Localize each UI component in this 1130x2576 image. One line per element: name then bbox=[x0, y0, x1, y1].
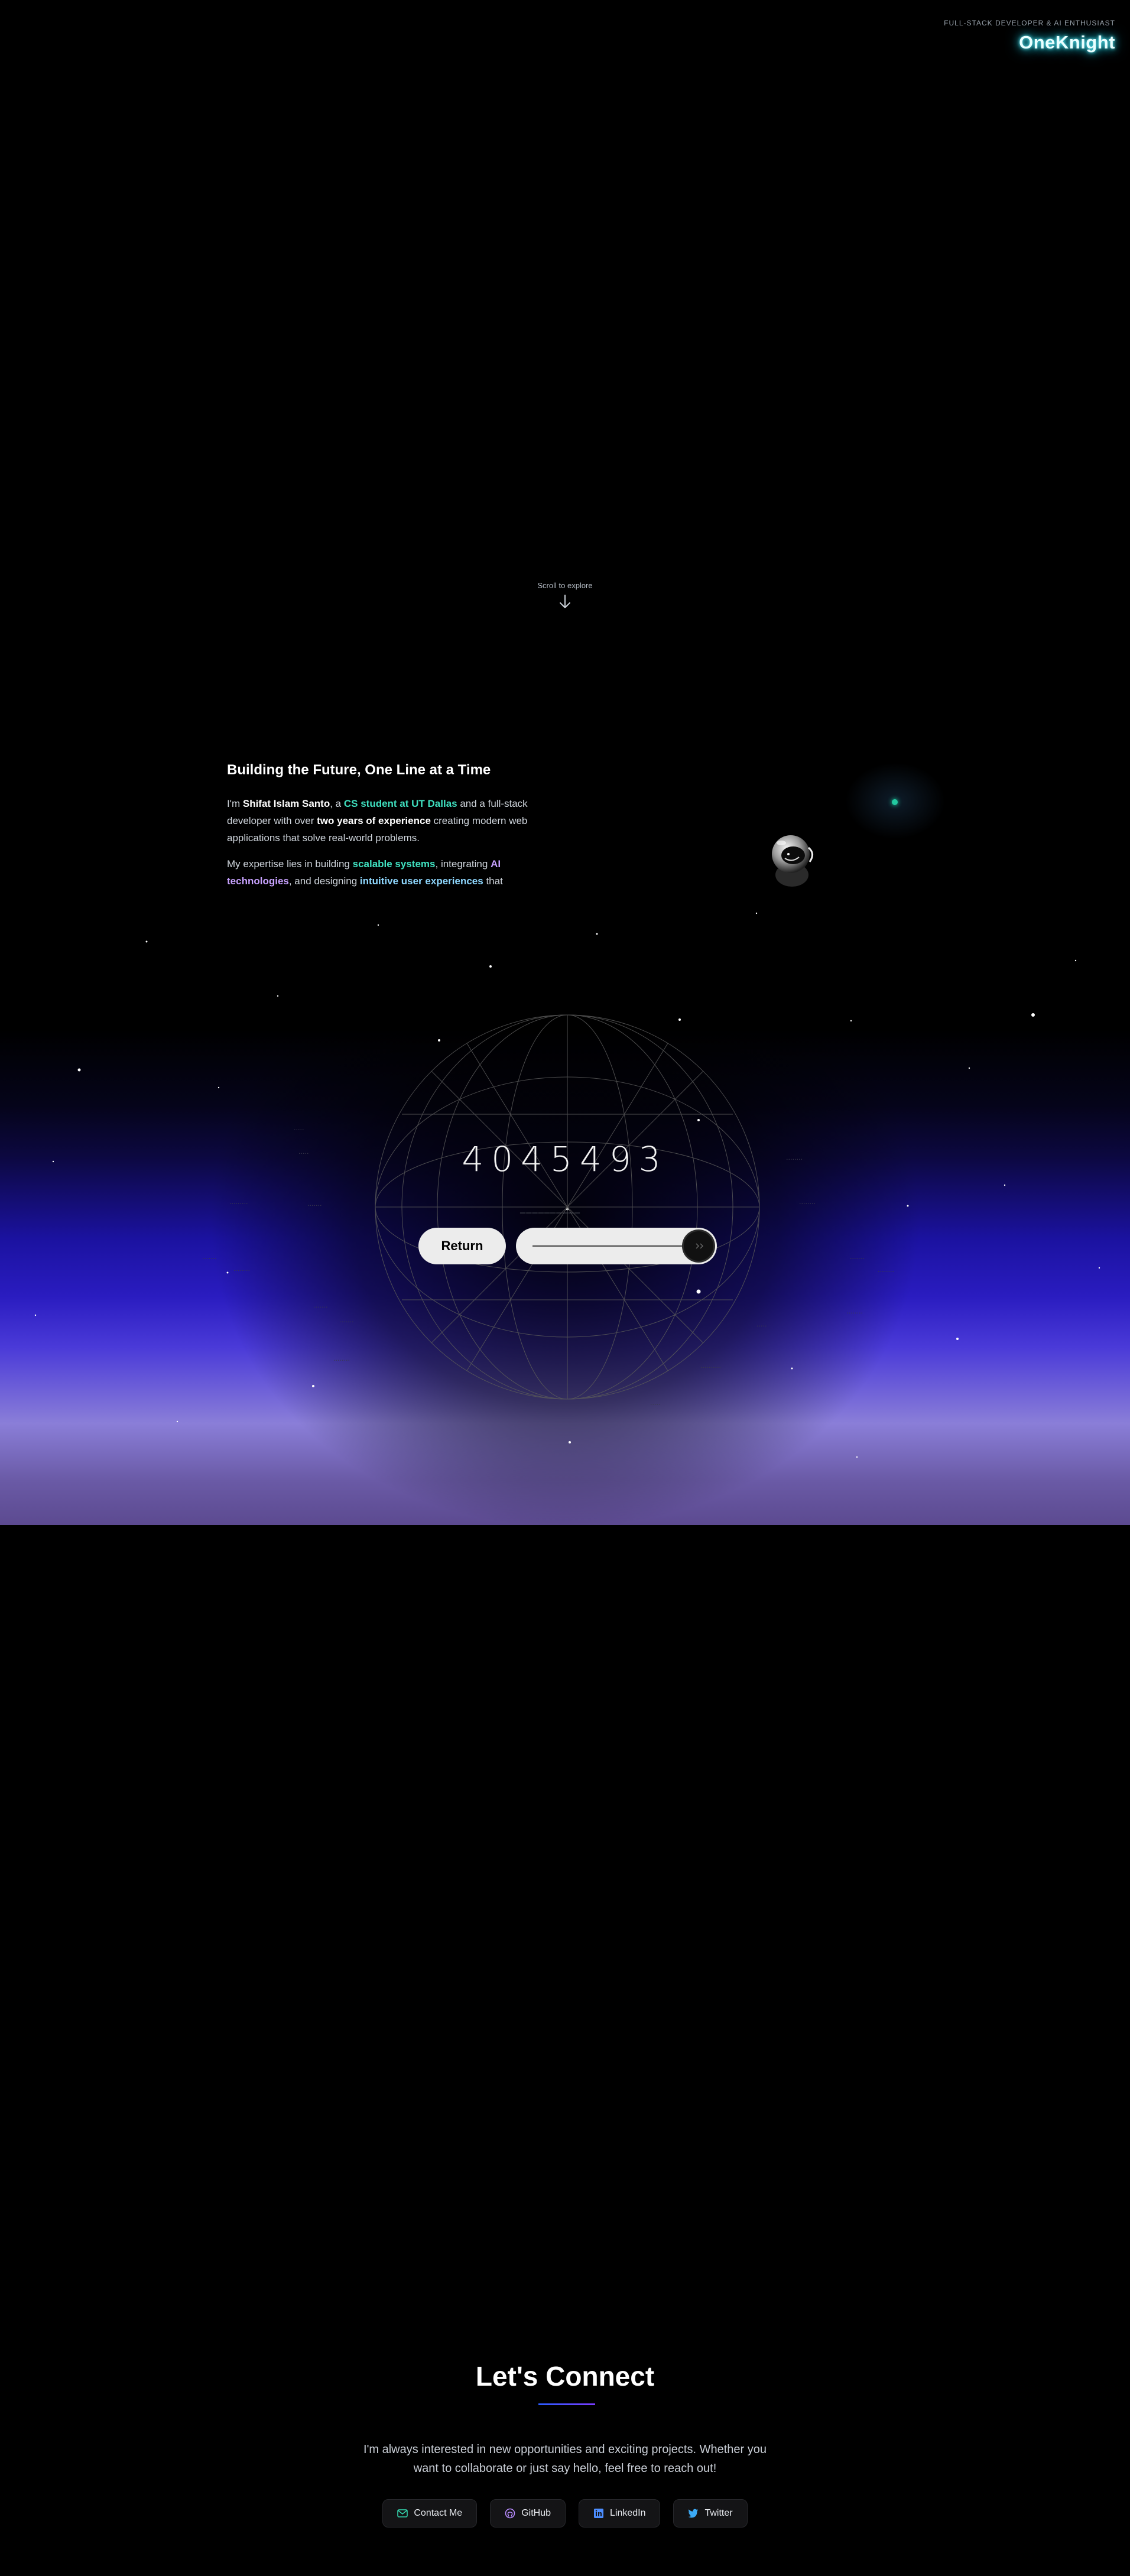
linkedin-button[interactable]: LinkedIn bbox=[578, 2499, 661, 2528]
svg-text:········: ········ bbox=[233, 1267, 250, 1274]
svg-text:·····: ····· bbox=[294, 1126, 304, 1134]
slide-slider[interactable] bbox=[516, 1228, 717, 1264]
svg-text:········: ········ bbox=[878, 1268, 894, 1276]
github-label: GitHub bbox=[521, 2508, 551, 2518]
social-buttons: Contact Me GitHub LinkedIn Twitter bbox=[0, 2499, 1130, 2528]
svg-text:·······: ······· bbox=[307, 1202, 322, 1209]
site-logo[interactable]: OneKnight bbox=[1019, 32, 1115, 53]
svg-text:·········: ········· bbox=[229, 1200, 248, 1208]
twitter-icon bbox=[688, 2509, 699, 2518]
contact-me-button[interactable]: Contact Me bbox=[382, 2499, 478, 2528]
visitor-counter: 4045493 bbox=[462, 1139, 668, 1179]
about-title: Building the Future, One Line at a Time bbox=[227, 762, 491, 778]
svg-text:········: ········ bbox=[333, 1357, 350, 1364]
slider-knob[interactable] bbox=[684, 1231, 713, 1261]
scroll-hint: Scroll to explore bbox=[537, 581, 593, 590]
svg-text:·····: ····· bbox=[756, 1322, 767, 1330]
contact-me-label: Contact Me bbox=[414, 2508, 463, 2518]
svg-text:·······: ······· bbox=[850, 1255, 864, 1263]
highlight-ux: intuitive user experiences bbox=[359, 875, 483, 887]
github-button[interactable]: GitHub bbox=[490, 2499, 566, 2528]
orb-dot bbox=[892, 799, 898, 805]
author-name: Shifat Islam Santo bbox=[242, 798, 330, 809]
chevron-icon bbox=[696, 1243, 704, 1249]
svg-text:········: ········ bbox=[799, 1200, 816, 1208]
svg-text:·····: ····· bbox=[650, 1401, 660, 1409]
svg-text:··········: ·········· bbox=[700, 1364, 721, 1371]
twitter-label: Twitter bbox=[704, 2508, 733, 2518]
connect-title: Let's Connect bbox=[475, 2361, 655, 2392]
slider-track bbox=[532, 1245, 691, 1247]
starfield: ·········· ········· ······· ············… bbox=[34, 912, 1100, 1458]
astronaut-icon bbox=[762, 828, 827, 896]
highlight-student: CS student at UT Dallas bbox=[343, 798, 457, 809]
twitter-button[interactable]: Twitter bbox=[673, 2499, 748, 2528]
highlight-scalable: scalable systems bbox=[352, 858, 436, 870]
highlight-experience: two years of experience bbox=[317, 815, 431, 826]
svg-text:·······: ······· bbox=[339, 1318, 353, 1326]
svg-text:·······: ······· bbox=[313, 1303, 327, 1311]
slider-label: ────────── bbox=[520, 1208, 581, 1217]
linkedin-label: LinkedIn bbox=[609, 2508, 646, 2518]
connect-underline bbox=[538, 2403, 595, 2405]
svg-text:·······: ······· bbox=[202, 1255, 216, 1263]
about-paragraph-2: My expertise lies in building scalable s… bbox=[227, 858, 503, 887]
return-button[interactable]: Return bbox=[418, 1228, 506, 1264]
arrow-down-icon[interactable] bbox=[0, 594, 1130, 612]
svg-text:········: ········ bbox=[846, 1309, 863, 1317]
about-paragraph-1: I'm Shifat Islam Santo, a CS student at … bbox=[227, 798, 528, 843]
galaxy-section: ····· ····· ········· ······· ······· ·····… bbox=[0, 890, 1130, 1525]
github-icon bbox=[505, 2508, 515, 2519]
linkedin-icon bbox=[593, 2509, 603, 2518]
header-tagline: FULL-STACK DEVELOPER & AI ENTHUSIAST bbox=[944, 19, 1115, 27]
mail-icon bbox=[397, 2509, 408, 2517]
connect-text: I'm always interested in new opportuniti… bbox=[363, 2443, 767, 2475]
